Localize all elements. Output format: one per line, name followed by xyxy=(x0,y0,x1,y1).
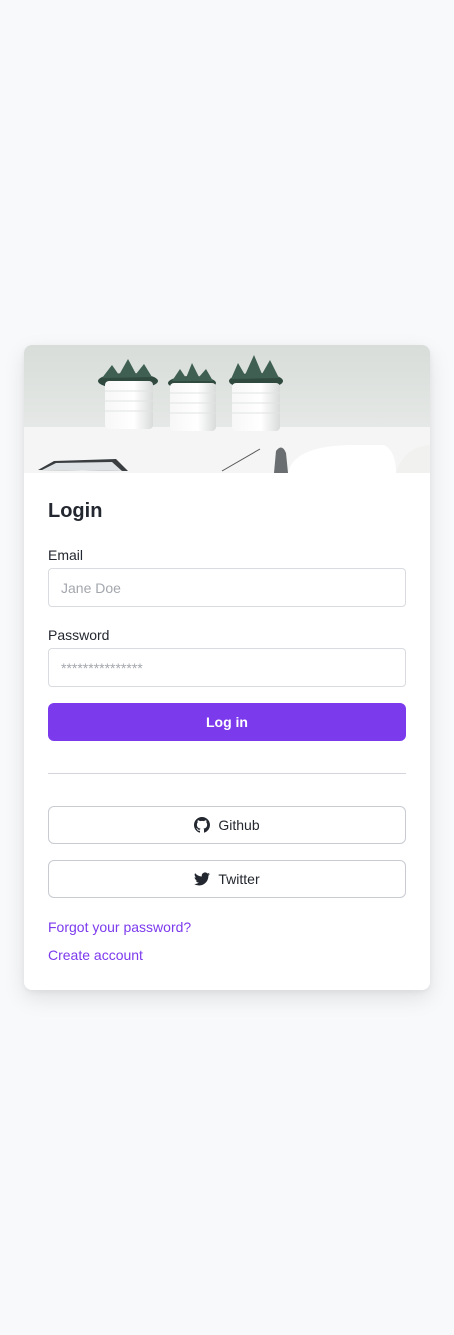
page-title: Login xyxy=(48,500,103,522)
password-field[interactable] xyxy=(48,648,406,687)
github-button[interactable]: Github xyxy=(48,806,406,844)
create-account-link[interactable]: Create account xyxy=(48,946,143,964)
github-icon xyxy=(194,817,211,833)
twitter-label: Twitter xyxy=(218,871,260,887)
forgot-password-link[interactable]: Forgot your password? xyxy=(48,918,191,936)
twitter-icon xyxy=(194,872,211,886)
login-card: Login Email Password Log in Github Twitt… xyxy=(24,345,430,990)
email-field[interactable] xyxy=(48,568,406,607)
twitter-button[interactable]: Twitter xyxy=(48,860,406,898)
email-label: Email xyxy=(48,547,84,563)
divider xyxy=(48,773,406,774)
login-button[interactable]: Log in xyxy=(48,703,406,741)
header-image xyxy=(24,345,430,473)
password-label: Password xyxy=(48,627,110,643)
github-label: Github xyxy=(218,817,260,833)
